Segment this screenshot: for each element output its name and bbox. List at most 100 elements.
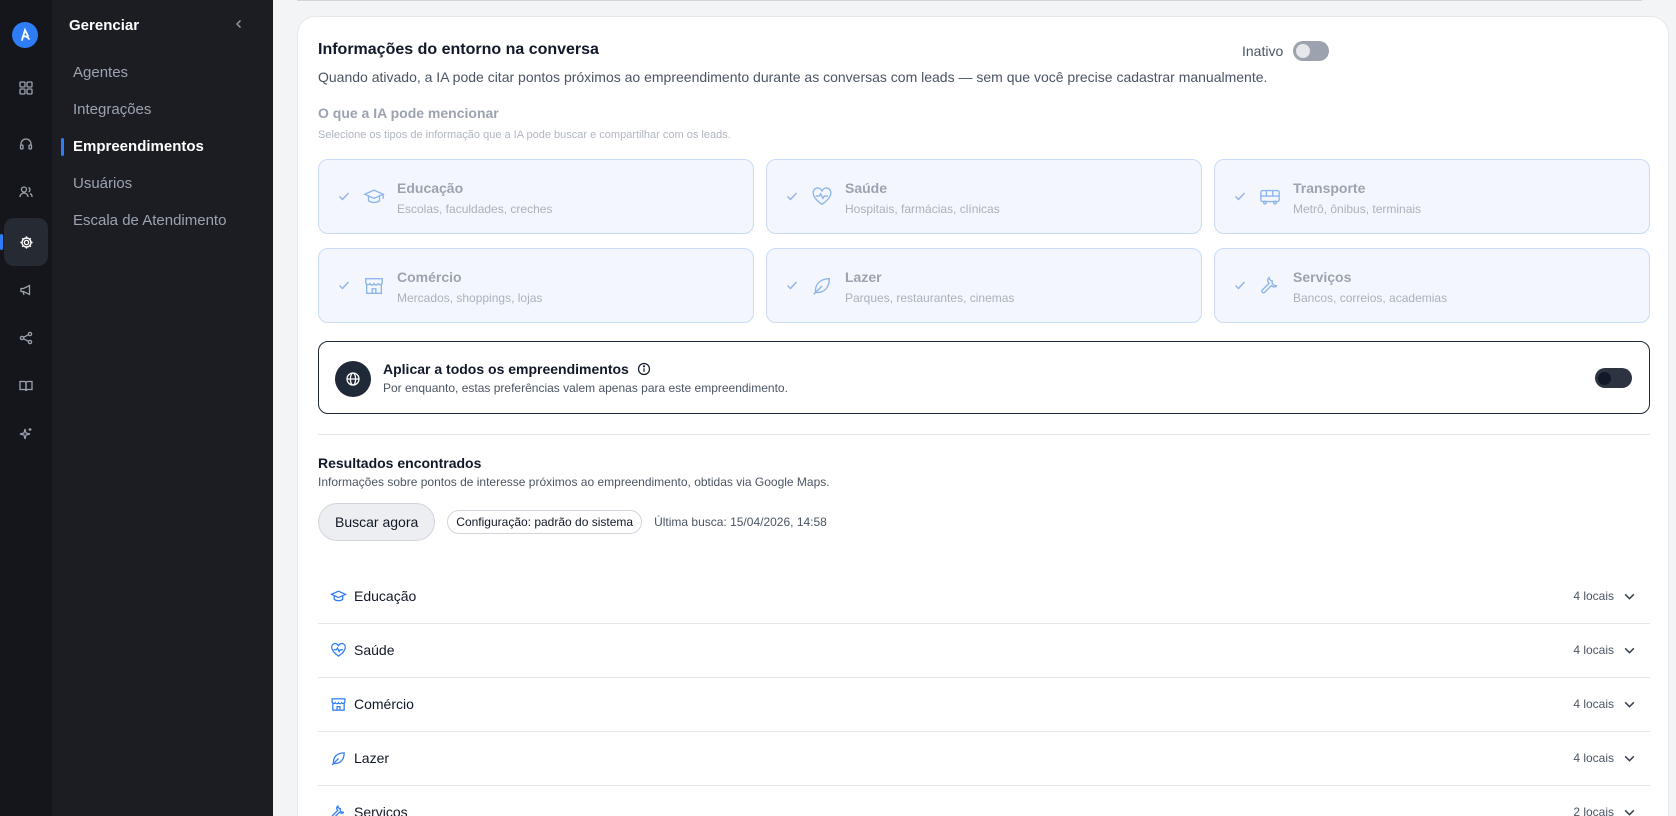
mentions-description: Selecione os tipos de informação que a I… xyxy=(318,129,731,141)
surroundings-card: Informações do entorno na conversa Inati… xyxy=(297,16,1669,816)
main-content: Informações do entorno na conversa Inati… xyxy=(273,0,1676,816)
result-name: Comércio xyxy=(354,696,414,712)
result-row-lazer[interactable]: Lazer 4 locais xyxy=(318,732,1650,786)
option-description: Mercados, shoppings, lojas xyxy=(397,291,543,305)
option-lazer[interactable]: Lazer Parques, restaurantes, cinemas xyxy=(766,248,1202,323)
enable-surroundings-toggle[interactable] xyxy=(1293,41,1330,61)
check-icon xyxy=(1235,281,1246,290)
option-description: Parques, restaurantes, cinemas xyxy=(845,291,1015,305)
sidebar-item-empreendimentos[interactable]: Empreendimentos xyxy=(73,138,204,155)
users-icon[interactable] xyxy=(8,174,44,210)
option-comercio[interactable]: Comércio Mercados, shoppings, lojas xyxy=(318,248,754,323)
result-name: Serviços xyxy=(354,804,408,816)
result-name: Lazer xyxy=(354,750,390,766)
check-icon xyxy=(339,192,350,201)
heart-pulse-icon xyxy=(812,187,832,206)
apply-all-description: Por enquanto, estas preferências valem a… xyxy=(383,381,788,395)
search-now-button[interactable]: Buscar agora xyxy=(318,503,436,541)
section-description: Quando ativado, a IA pode citar pontos p… xyxy=(318,69,1268,85)
sidebar-item-integracoes[interactable]: Integrações xyxy=(73,101,151,118)
graduation-cap-icon xyxy=(330,590,347,602)
result-count: 2 locais xyxy=(1573,805,1614,816)
sidebar-item-escala-de-atendimento[interactable]: Escala de Atendimento xyxy=(73,212,226,229)
dashboard-icon[interactable] xyxy=(8,70,44,106)
chevron-down-icon[interactable] xyxy=(1623,644,1636,657)
wrench-icon xyxy=(331,804,345,816)
previous-card-edge xyxy=(297,0,1642,1)
config-chip: Configuração: padrão do sistema xyxy=(447,510,643,534)
result-name: Educação xyxy=(354,588,417,604)
result-count: 4 locais xyxy=(1573,697,1614,711)
status-label: Inativo xyxy=(1242,43,1284,59)
wrench-icon xyxy=(1261,276,1278,294)
icon-rail xyxy=(0,0,52,816)
logo-icon[interactable] xyxy=(12,22,38,48)
result-name: Saúde xyxy=(354,642,395,658)
result-row-servicos[interactable]: Serviços 2 locais xyxy=(318,786,1650,816)
result-count: 4 locais xyxy=(1573,589,1614,603)
sidebar-title: Gerenciar xyxy=(69,17,140,34)
chevron-down-icon[interactable] xyxy=(1623,590,1636,603)
apply-all-title: Aplicar a todos os empreendimentos xyxy=(383,361,629,377)
apply-all-title-row: Aplicar a todos os empreendimentos xyxy=(383,361,651,377)
info-icon[interactable] xyxy=(637,362,651,376)
option-name: Comércio xyxy=(397,269,462,285)
check-icon xyxy=(339,281,350,290)
option-name: Serviços xyxy=(1293,269,1352,285)
chevron-down-icon[interactable] xyxy=(1623,698,1636,711)
sidebar-item-usuarios[interactable]: Usuários xyxy=(73,175,132,192)
store-icon xyxy=(331,698,346,711)
sidebar-active-indicator xyxy=(61,138,64,156)
heart-pulse-icon xyxy=(331,642,346,657)
last-search-text: Última busca: 15/04/2026, 14:58 xyxy=(654,515,827,529)
option-name: Lazer xyxy=(845,269,882,285)
status-toggle-group: Inativo xyxy=(1242,41,1330,61)
result-row-comercio[interactable]: Comércio 4 locais xyxy=(318,678,1650,732)
leaf-icon xyxy=(813,277,831,295)
chevron-down-icon[interactable] xyxy=(1623,752,1636,765)
leaf-icon xyxy=(331,752,345,766)
megaphone-icon[interactable] xyxy=(8,272,44,308)
option-name: Transporte xyxy=(1293,180,1366,196)
bus-icon xyxy=(1260,189,1280,205)
option-name: Educação xyxy=(397,180,464,196)
mention-options-grid: Educação Escolas, faculdades, creches Sa… xyxy=(318,159,1650,323)
graduation-cap-icon xyxy=(363,189,385,204)
globe-icon xyxy=(335,361,371,397)
option-name: Saúde xyxy=(845,180,888,196)
share-icon[interactable] xyxy=(8,320,44,356)
option-transporte[interactable]: Transporte Metrô, ônibus, terminais xyxy=(1214,159,1650,234)
headset-icon[interactable] xyxy=(8,126,44,162)
sidebar-item-agentes[interactable]: Agentes xyxy=(73,64,128,81)
chevron-down-icon[interactable] xyxy=(1623,806,1636,816)
book-icon[interactable] xyxy=(8,368,44,404)
result-row-saude[interactable]: Saúde 4 locais xyxy=(318,624,1650,678)
results-title: Resultados encontrados xyxy=(318,455,482,471)
check-icon xyxy=(1235,192,1246,201)
section-title: Informações do entorno na conversa xyxy=(318,41,599,58)
result-count: 4 locais xyxy=(1573,643,1614,657)
divider xyxy=(318,434,1650,435)
results-list: Educação 4 locais Saúde 4 locais Comérci… xyxy=(318,570,1650,816)
option-educacao[interactable]: Educação Escolas, faculdades, creches xyxy=(318,159,754,234)
option-saude[interactable]: Saúde Hospitais, farmácias, clínicas xyxy=(766,159,1202,234)
results-actions: Buscar agora Configuração: padrão do sis… xyxy=(318,503,827,541)
rail-active-indicator xyxy=(0,234,3,250)
results-description: Informações sobre pontos de interesse pr… xyxy=(318,475,830,489)
gear-icon[interactable] xyxy=(4,218,48,266)
apply-all-toggle[interactable] xyxy=(1595,368,1632,388)
collapse-sidebar-button[interactable] xyxy=(229,14,249,34)
result-row-educacao[interactable]: Educação 4 locais xyxy=(318,570,1650,624)
check-icon xyxy=(787,192,798,201)
option-servicos[interactable]: Serviços Bancos, correios, academias xyxy=(1214,248,1650,323)
mentions-title: O que a IA pode mencionar xyxy=(318,105,499,121)
sparkles-icon[interactable] xyxy=(8,416,44,452)
result-count: 4 locais xyxy=(1573,751,1614,765)
chevron-left-icon xyxy=(236,20,241,28)
option-description: Metrô, ônibus, terminais xyxy=(1293,202,1422,216)
store-icon xyxy=(365,277,383,295)
option-description: Bancos, correios, academias xyxy=(1293,291,1448,305)
apply-all-panel: Aplicar a todos os empreendimentos Por e… xyxy=(318,341,1650,414)
check-icon xyxy=(787,281,798,290)
option-description: Escolas, faculdades, creches xyxy=(397,202,553,216)
